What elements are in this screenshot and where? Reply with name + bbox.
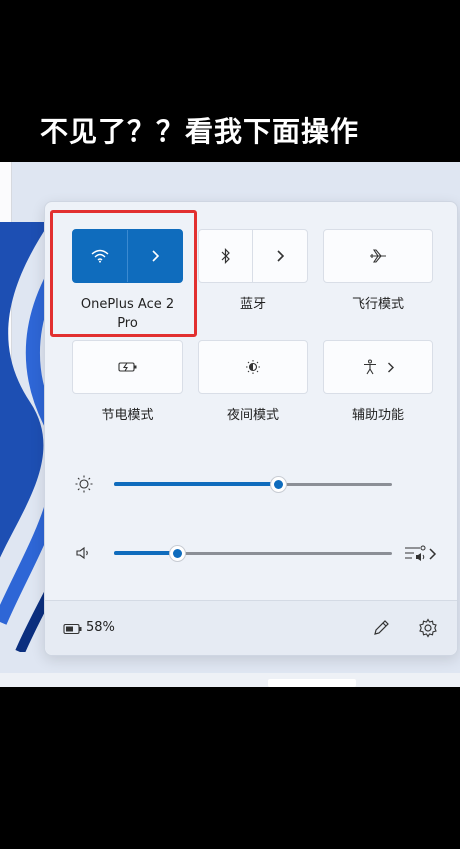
audio-output-icon[interactable] [404,543,438,563]
brightness-icon [75,475,93,493]
airplane-icon [370,249,386,263]
annotation-highlight-box [50,210,197,337]
chevron-right-icon [277,250,284,262]
volume-slider[interactable] [72,541,442,565]
battery-saver-tile[interactable] [72,340,183,394]
accessibility-tile[interactable] [323,340,433,394]
video-caption: 不见了？？看我下面操作 [40,115,360,148]
bluetooth-toggle[interactable] [199,230,252,282]
bluetooth-tile-label: 蓝牙 [239,297,266,312]
volume-thumb[interactable] [169,545,187,562]
battery-saver-tile-label: 节电模式 [101,408,154,423]
volume-fill [114,551,178,555]
bluetooth-icon [221,248,230,264]
bluetooth-expand-button[interactable] [253,230,307,282]
night-light-tile-label: 夜间模式 [226,408,279,423]
bluetooth-tile[interactable] [198,229,308,283]
battery-icon[interactable] [63,623,83,635]
accessibility-tile-label: 辅助功能 [351,408,404,423]
chevron-right-icon [387,362,394,372]
brightness-fill [114,482,279,486]
brightness-slider[interactable] [72,472,442,496]
battery-percent: 58% [86,620,115,635]
taskbar-item[interactable] [268,679,356,687]
brightness-thumb[interactable] [269,476,287,493]
night-light-tile[interactable] [198,340,308,394]
gear-icon[interactable] [418,618,438,638]
pencil-icon[interactable] [372,619,390,637]
taskbar [0,673,460,687]
accessibility-icon [363,359,376,375]
speaker-icon[interactable] [75,545,93,561]
battery-saver-icon [117,362,136,372]
airplane-mode-tile[interactable] [323,229,433,283]
night-light-icon [246,360,260,374]
airplane-mode-tile-label: 飞行模式 [351,297,404,312]
